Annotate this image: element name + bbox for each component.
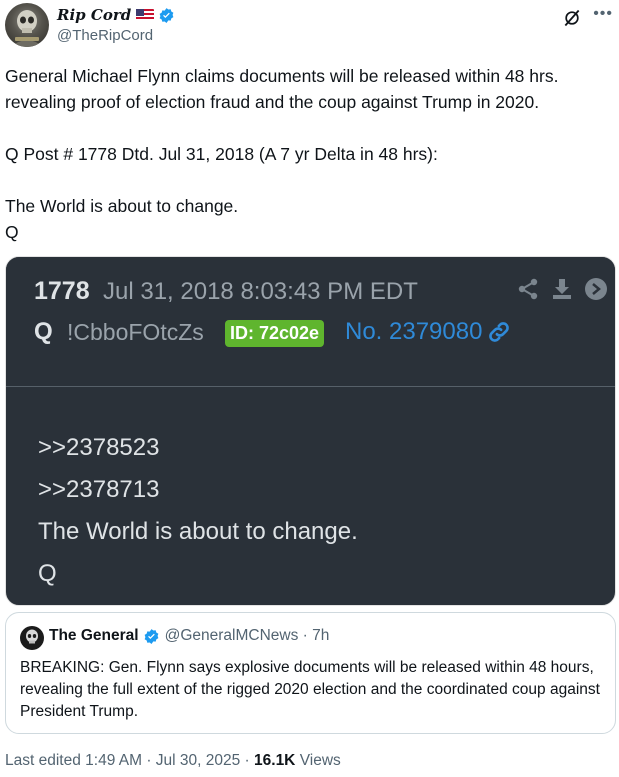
more-options-icon[interactable]: •••: [593, 5, 613, 23]
tweet-paragraph: Q: [5, 222, 19, 242]
tweet-header: Rip Cord @TheRipCord •••: [5, 3, 615, 47]
post-number-link: No. 2379080: [345, 318, 512, 346]
quoted-author-row: The General @GeneralMCNews · 7h: [49, 627, 329, 645]
views-count[interactable]: 16.1K: [254, 752, 295, 769]
verified-badge-icon: [144, 628, 158, 644]
author-avatar[interactable]: [5, 3, 49, 47]
views-label: Views: [295, 752, 341, 769]
tweet-blank-line: [5, 115, 610, 141]
post-body: >>2378523 >>2378713 The World is about t…: [38, 427, 358, 595]
quoted-author-handle-time[interactable]: @GeneralMCNews · 7h: [165, 627, 330, 645]
quoted-author-avatar[interactable]: [20, 626, 44, 650]
post-action-icons: [516, 277, 608, 301]
post-line: Q: [38, 560, 57, 587]
quoted-tweet-text: BREAKING: Gen. Flynn says explosive docu…: [20, 659, 600, 720]
tweet-paragraph: General Michael Flynn claims documents w…: [5, 66, 564, 112]
author-handle[interactable]: @TheRipCord: [57, 27, 153, 44]
post-line: >>2378523: [38, 434, 160, 461]
link-icon: [489, 322, 510, 342]
quoted-tweet[interactable]: The General @GeneralMCNews · 7h BREAKING…: [5, 612, 616, 734]
tweet-text: General Michael Flynn claims documents w…: [5, 63, 610, 245]
tweet-paragraph: The World is about to change.: [5, 196, 239, 216]
grok-icon[interactable]: [562, 8, 582, 28]
attached-image[interactable]: 1778 Jul 31, 2018 8:03:43 PM EDT Q !Cbbo…: [5, 256, 616, 606]
us-flag-icon: [136, 9, 155, 21]
arrow-right-icon: [585, 278, 607, 300]
tripcode: !CbboFOtcZs: [67, 319, 204, 345]
tweet-footer: Last edited 1:49 AM · Jul 30, 2025 · 16.…: [5, 752, 341, 770]
verified-badge-icon[interactable]: [158, 7, 175, 24]
tweet-paragraph: Q Post # 1778 Dtd. Jul 31, 2018 (A 7 yr …: [5, 144, 438, 164]
edited-timestamp[interactable]: Last edited 1:49 AM · Jul 30, 2025 ·: [5, 752, 254, 769]
author-name-row: Rip Cord: [57, 4, 175, 26]
post-no-label: No. 2379080: [345, 318, 483, 345]
id-badge: ID: 72c02e: [225, 320, 325, 347]
post-date: Jul 31, 2018 8:03:43 PM EDT: [103, 278, 418, 305]
quoted-author-name[interactable]: The General: [49, 627, 139, 645]
share-icon: [518, 278, 538, 300]
poster-name: Q: [34, 318, 53, 345]
post-line: The World is about to change.: [38, 518, 358, 545]
author-display-name[interactable]: Rip Cord: [57, 6, 131, 24]
post-line: >>2378713: [38, 476, 160, 503]
download-icon: [553, 279, 571, 299]
divider: [6, 386, 615, 387]
post-number: 1778: [34, 277, 90, 305]
tweet-blank-line: [5, 167, 610, 193]
